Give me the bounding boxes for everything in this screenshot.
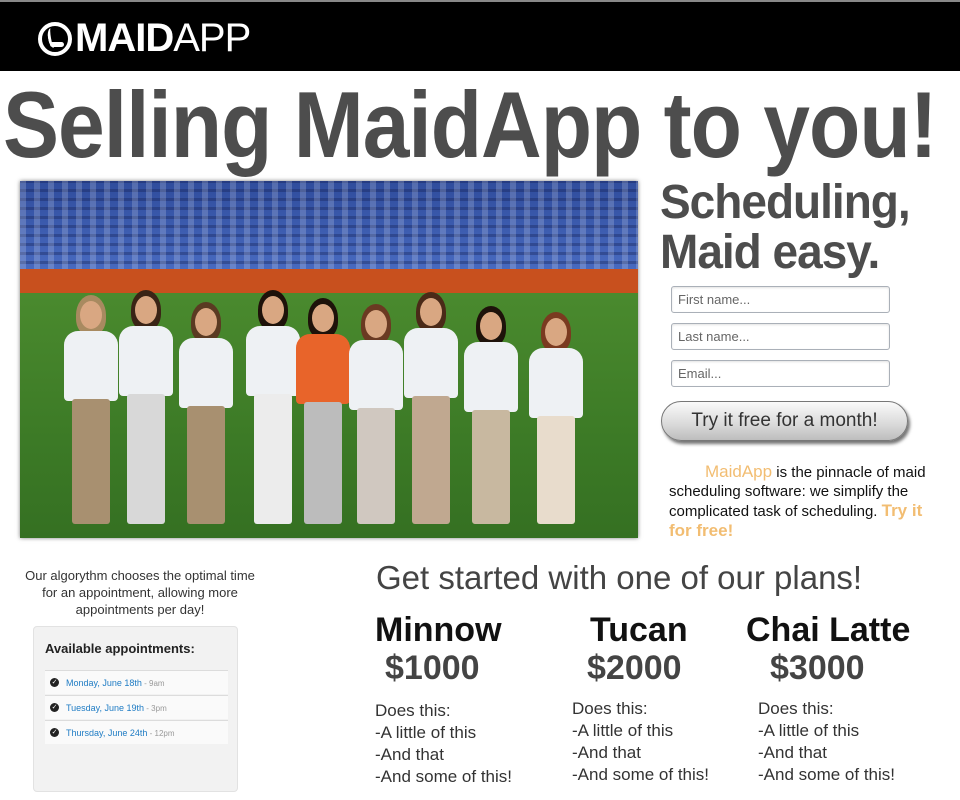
algorithm-description: Our algorythm chooses the optimal time f…: [25, 568, 255, 617]
figure-head: [365, 310, 387, 338]
figure-head: [80, 301, 102, 329]
plan-name: Chai Latte: [746, 611, 911, 649]
top-bar: MAIDAPP: [0, 0, 960, 71]
feature-line: -A little of this: [375, 723, 477, 742]
logo-text: MAIDAPP: [75, 16, 251, 60]
figure-pants: [254, 394, 292, 524]
appointment-row[interactable]: ✓ Tuesday, June 19th - 3pm: [45, 695, 228, 719]
plan-price: $1000: [385, 649, 480, 687]
page-headline: Selling MaidApp to you!: [3, 71, 938, 178]
plan-minnow[interactable]: Minnow $1000 Does this: -A little of thi…: [375, 610, 512, 788]
plan-features: Does this: -A little of this -And that -…: [758, 698, 910, 786]
figure-pants: [72, 399, 110, 524]
feature-line: -And some of this!: [572, 765, 710, 784]
feature-line: -And some of this!: [758, 765, 896, 784]
figure-head: [262, 296, 284, 324]
checkmark-icon: ✓: [50, 728, 59, 738]
figure-shirt: [179, 338, 233, 408]
feature-line: Does this:: [375, 701, 451, 720]
plans-heading: Get started with one of our plans!: [376, 559, 863, 596]
figure-shirt: [349, 340, 403, 410]
tagline: Scheduling, Maid easy.: [660, 173, 960, 279]
logo[interactable]: MAIDAPP: [38, 16, 251, 60]
appointment-time: - 9am: [141, 679, 165, 688]
checkmark-icon: ✓: [50, 678, 59, 688]
tagline-line-2: Maid easy.: [660, 223, 880, 279]
figure-pants: [412, 396, 450, 524]
team-member-figure: [525, 312, 585, 532]
plan-name: Tucan: [590, 611, 688, 649]
feature-line: -A little of this: [758, 721, 860, 740]
appointment-time: - 12pm: [147, 729, 175, 738]
figure-pants: [304, 402, 342, 524]
feature-line: Does this:: [758, 699, 834, 718]
feature-line: -And that: [572, 743, 641, 762]
appointment-time: - 3pm: [144, 704, 167, 713]
figure-head: [135, 296, 157, 324]
stadium-wall: [20, 269, 638, 293]
team-member-figure: [345, 304, 405, 532]
figure-head: [480, 312, 502, 340]
appointments-widget: Available appointments: ✓ Monday, June 18…: [33, 626, 238, 792]
figure-pants: [537, 416, 575, 524]
tagline-line-1: Scheduling,: [660, 173, 911, 229]
plan-features: Does this: -A little of this -And that -…: [375, 700, 512, 788]
team-member-figure: [292, 298, 352, 532]
figure-pants: [127, 394, 165, 524]
figure-head: [312, 304, 334, 332]
feature-line: -And that: [375, 745, 444, 764]
appointment-day: Monday, June 18th: [66, 678, 142, 688]
figure-shirt: [464, 342, 518, 412]
email-input[interactable]: [671, 360, 890, 387]
figure-pants: [357, 408, 395, 524]
figure-head: [420, 298, 442, 326]
appointments-title: Available appointments:: [45, 641, 195, 656]
plan-tucan[interactable]: Tucan $2000 Does this: -A little of this…: [572, 610, 709, 786]
team-member-figure: [115, 290, 175, 532]
team-member-figure: [60, 295, 120, 532]
appointment-day: Tuesday, June 19th: [66, 703, 145, 713]
plan-features: Does this: -A little of this -And that -…: [572, 698, 709, 786]
figure-pants: [472, 410, 510, 524]
figure-head: [195, 308, 217, 336]
figure-shirt: [404, 328, 458, 398]
pitch-brand: MaidApp: [705, 462, 773, 481]
figure-shirt: [296, 334, 350, 404]
feature-line: Does this:: [572, 699, 648, 718]
team-member-figure: [460, 306, 520, 532]
hero-photo: [20, 181, 638, 538]
appointment-day: Thursday, June 24th: [66, 728, 148, 738]
plan-price: $3000: [770, 649, 865, 687]
maid-logo-icon: [38, 22, 72, 56]
first-name-input[interactable]: [671, 286, 890, 313]
feature-line: -A little of this: [572, 721, 674, 740]
figure-head: [545, 318, 567, 346]
figure-shirt: [529, 348, 583, 418]
appointment-row[interactable]: ✓ Monday, June 18th - 9am: [45, 670, 228, 694]
appointment-row[interactable]: ✓ Thursday, June 24th - 12pm: [45, 720, 228, 744]
team-member-figure: [175, 302, 235, 532]
feature-line: -And some of this!: [375, 767, 513, 786]
checkmark-icon: ✓: [50, 703, 59, 713]
feature-line: -And that: [758, 743, 827, 762]
team-member-figure: [400, 292, 460, 532]
plan-chai-latte[interactable]: Chai Latte $3000 Does this: -A little of…: [746, 610, 910, 786]
figure-pants: [187, 406, 225, 524]
plan-price: $2000: [587, 649, 682, 687]
last-name-input[interactable]: [671, 323, 890, 350]
figure-shirt: [64, 331, 118, 401]
pitch-paragraph: MaidApp is the pinnacle of maid scheduli…: [669, 462, 929, 541]
try-free-button[interactable]: Try it free for a month!: [661, 401, 908, 441]
plan-name: Minnow: [375, 611, 502, 649]
figure-shirt: [119, 326, 173, 396]
